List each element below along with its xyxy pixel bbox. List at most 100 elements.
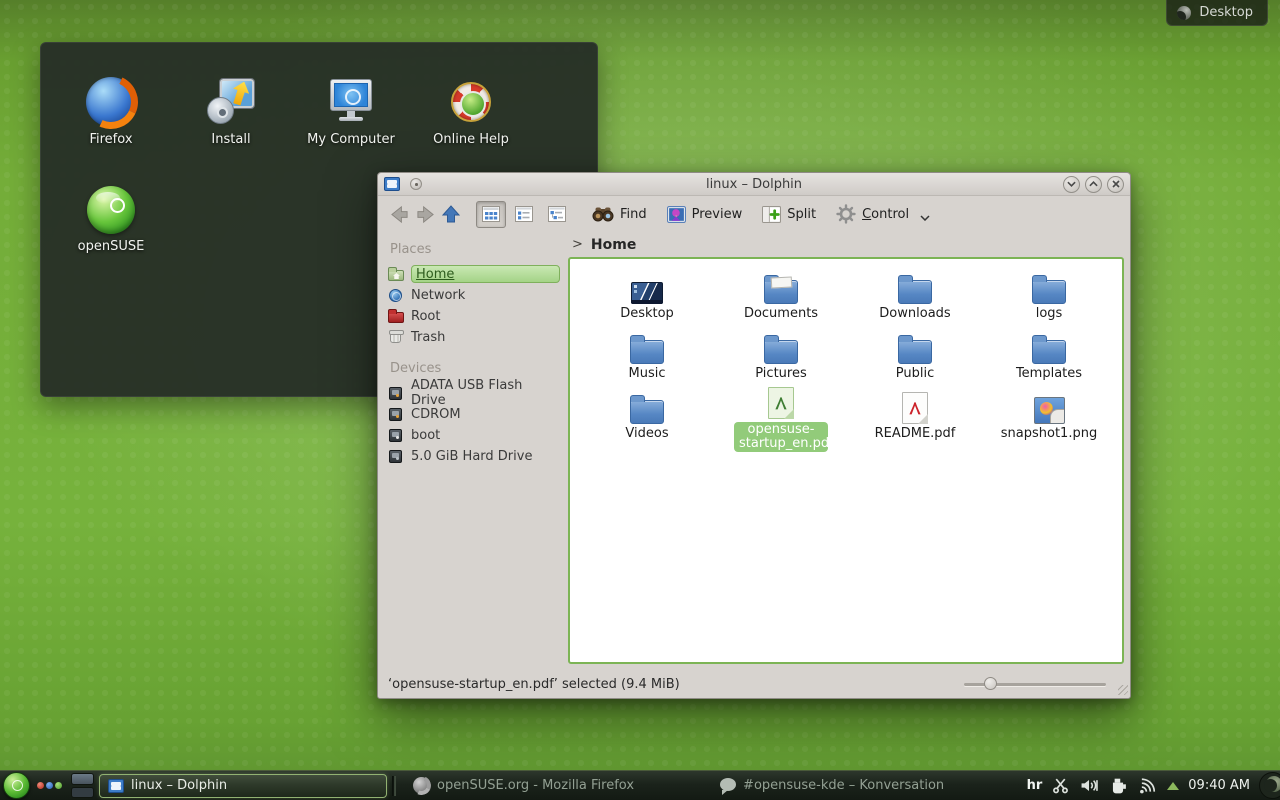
titlebar[interactable]: linux – Dolphin	[378, 173, 1130, 196]
breadcrumb-location[interactable]: Home	[591, 237, 636, 253]
root-folder-icon	[388, 308, 404, 324]
close-button[interactable]	[1107, 176, 1124, 193]
chevron-down-icon	[920, 215, 930, 221]
virtual-desktop-pager[interactable]	[71, 773, 94, 798]
device-adata-usb[interactable]: ADATA USB Flash Drive	[388, 383, 560, 403]
chevron-down-icon	[1067, 181, 1076, 187]
minimize-button[interactable]	[1063, 176, 1080, 193]
clock[interactable]: 09:40 AM	[1188, 778, 1250, 793]
red-dot-icon[interactable]	[37, 782, 44, 789]
main-toolbar: Find Preview Split	[378, 196, 1130, 232]
forward-button[interactable]	[412, 201, 438, 227]
desktop-icon-install[interactable]: Install	[176, 77, 286, 147]
file-item[interactable]: Desktop	[580, 267, 714, 327]
file-label: Downloads	[879, 307, 950, 321]
breadcrumb[interactable]: > Home	[566, 232, 1130, 257]
zoom-slider-handle[interactable]	[984, 677, 997, 690]
file-item[interactable]: snapshot1.png	[982, 387, 1116, 447]
desktop-icon-my-computer[interactable]: My Computer	[296, 77, 406, 147]
details-view-icon	[548, 206, 566, 222]
dolphin-app-icon[interactable]	[384, 177, 400, 191]
application-launcher-button[interactable]	[3, 772, 30, 799]
taskbar-separator	[392, 776, 396, 796]
devices-header: Devices	[390, 361, 560, 376]
up-button[interactable]	[438, 201, 464, 227]
file-label: Videos	[625, 427, 668, 441]
keyboard-layout-indicator[interactable]: hr	[1027, 778, 1043, 793]
desktop-icon-online-help[interactable]: Online Help	[416, 77, 526, 147]
device-label: 5.0 GiB Hard Drive	[411, 449, 532, 464]
file-item[interactable]: README.pdf	[848, 387, 982, 447]
opensuse-geeko-icon	[87, 186, 135, 234]
status-text: ‘opensuse-startup_en.pdf’ selected (9.4 …	[388, 677, 964, 692]
panel-cashew-icon[interactable]	[1259, 772, 1280, 799]
folder-icon	[898, 280, 932, 304]
pdf-file-icon	[768, 387, 794, 419]
find-button[interactable]: Find	[592, 206, 647, 222]
file-label: logs	[1036, 307, 1063, 321]
file-label: Pictures	[755, 367, 806, 381]
place-label: Network	[411, 288, 465, 303]
taskbar-entry-firefox[interactable]: openSUSE.org - Mozilla Firefox	[405, 774, 642, 798]
close-icon	[1112, 180, 1120, 188]
file-item[interactable]: Music	[580, 327, 714, 387]
split-button[interactable]: Split	[762, 206, 816, 223]
desktop-2-thumbnail[interactable]	[71, 787, 94, 799]
documents-folder-icon	[764, 280, 798, 304]
dolphin-app-icon	[108, 779, 124, 793]
trash-icon	[388, 329, 404, 345]
file-label: Public	[896, 367, 934, 381]
folder-icon	[898, 340, 932, 364]
file-label: Music	[629, 367, 666, 381]
taskbar-entry-konversation[interactable]: #opensuse-kde – Konversation	[712, 774, 952, 798]
desktop-wallpaper: Desktop Firefox Install My Computer Onli…	[0, 0, 1280, 800]
desktop-1-thumbnail[interactable]	[71, 773, 94, 785]
blue-dot-icon[interactable]	[46, 782, 53, 789]
compact-view-button[interactable]	[509, 201, 539, 228]
maximize-button[interactable]	[1085, 176, 1102, 193]
desktop-icon-firefox[interactable]: Firefox	[56, 77, 166, 147]
file-item[interactable]: Downloads	[848, 267, 982, 327]
file-item[interactable]: Pictures	[714, 327, 848, 387]
details-view-button[interactable]	[542, 201, 572, 228]
place-label: Root	[411, 309, 440, 324]
device-hard-drive[interactable]: 5.0 GiB Hard Drive	[388, 446, 560, 466]
icons-view-button[interactable]	[476, 201, 506, 228]
tray-expander-arrow-icon[interactable]	[1167, 782, 1179, 790]
pin-on-all-desktops-button[interactable]	[410, 178, 422, 190]
file-item[interactable]: Documents	[714, 267, 848, 327]
zoom-slider[interactable]	[964, 677, 1106, 691]
device-notifier-icon[interactable]	[1108, 777, 1128, 795]
file-label: snapshot1.png	[1001, 427, 1097, 441]
back-button[interactable]	[386, 201, 412, 227]
file-item-selected[interactable]: opensuse-startup_en.pdf	[714, 387, 848, 447]
place-network[interactable]: Network	[388, 285, 560, 305]
window-resize-grip[interactable]	[1118, 685, 1128, 695]
file-item[interactable]: Videos	[580, 387, 714, 447]
device-boot[interactable]: boot	[388, 425, 560, 445]
preview-button[interactable]: Preview	[667, 206, 743, 223]
up-arrow-icon	[441, 204, 461, 224]
breadcrumb-arrow-icon[interactable]: >	[572, 237, 583, 252]
file-view[interactable]: Desktop Documents Downloads logs	[568, 257, 1124, 664]
place-home[interactable]: Home	[388, 264, 560, 284]
desktop-icon-opensuse[interactable]: openSUSE	[56, 185, 166, 254]
control-button[interactable]: Control	[836, 204, 930, 224]
clipboard-scissors-icon[interactable]	[1051, 777, 1070, 794]
taskbar-entry-dolphin[interactable]: linux – Dolphin	[99, 774, 387, 798]
desktop-folder-icon	[631, 282, 663, 304]
desktop-icon-label: Install	[176, 132, 286, 147]
file-item[interactable]: Templates	[982, 327, 1116, 387]
file-item[interactable]: Public	[848, 327, 982, 387]
desktop-toolbox-button[interactable]: Desktop	[1166, 0, 1268, 26]
device-label: boot	[411, 428, 440, 443]
quick-dots-widget[interactable]	[37, 782, 62, 789]
install-icon	[206, 77, 256, 127]
green-dot-icon[interactable]	[55, 782, 62, 789]
file-item[interactable]: logs	[982, 267, 1116, 327]
task-label: #opensuse-kde – Konversation	[743, 778, 944, 793]
place-trash[interactable]: Trash	[388, 327, 560, 347]
network-signal-icon[interactable]	[1137, 777, 1158, 795]
place-root[interactable]: Root	[388, 306, 560, 326]
volume-icon[interactable]	[1079, 777, 1099, 794]
